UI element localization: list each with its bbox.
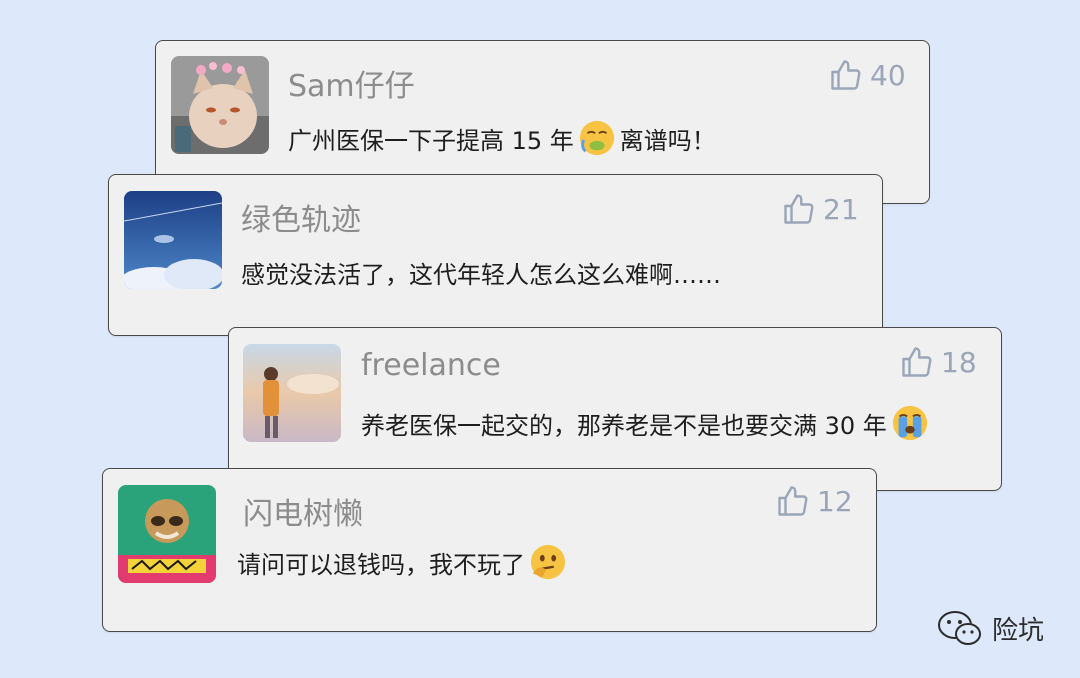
comment-text: 请问可以退钱吗，我不玩了: [237, 543, 571, 581]
wechat-icon: [938, 611, 981, 645]
thumbs-up-icon: [902, 347, 932, 377]
loudly-crying-face-icon: [891, 404, 929, 442]
watermark: 险坑: [936, 608, 1044, 648]
avatar[interactable]: [124, 191, 222, 289]
thumbs-up-icon: [784, 194, 814, 224]
thumbs-up-icon: [778, 486, 808, 516]
thinking-face-icon: [529, 543, 567, 581]
like-count: 18: [941, 345, 977, 379]
comment-card: freelance 18 养老医保一起交的，那养老是不是也要交满 30 年: [228, 327, 1002, 491]
like-button[interactable]: 40: [828, 57, 906, 93]
watermark-label: 险坑: [992, 615, 1045, 646]
like-button[interactable]: 21: [781, 191, 859, 227]
like-count: 40: [870, 58, 906, 92]
username[interactable]: Sam仔仔: [288, 61, 415, 105]
comment-text: 感觉没法活了，这代年轻人怎么这么难啊……: [241, 255, 721, 290]
comment-text-tail: 离谱吗！: [619, 126, 716, 155]
like-count: 21: [823, 192, 859, 226]
like-button[interactable]: 18: [899, 344, 977, 380]
comment-text: 广州医保一下子提高 15 年 离谱吗！: [288, 119, 716, 157]
comment-text-main: 广州医保一下子提高 15 年: [288, 126, 574, 155]
comment-text: 养老医保一起交的，那养老是不是也要交满 30 年: [361, 404, 933, 442]
comment-text-main: 养老医保一起交的，那养老是不是也要交满 30 年: [361, 411, 887, 440]
comment-text-main: 请问可以退钱吗，我不玩了: [237, 550, 525, 579]
comment-card: 闪电树懒 12 请问可以退钱吗，我不玩了: [102, 468, 877, 632]
username[interactable]: freelance: [361, 348, 501, 383]
username[interactable]: 绿色轨迹: [241, 195, 361, 239]
username[interactable]: 闪电树懒: [243, 489, 363, 533]
comment-text-main: 感觉没法活了，这代年轻人怎么这么难啊……: [241, 261, 721, 289]
comment-card: 绿色轨迹 21 感觉没法活了，这代年轻人怎么这么难啊……: [108, 174, 883, 336]
avatar[interactable]: [171, 56, 269, 154]
like-button[interactable]: 12: [775, 483, 853, 519]
avatar[interactable]: [118, 485, 216, 583]
like-count: 12: [817, 484, 853, 518]
thumbs-up-icon: [831, 60, 861, 90]
avatar[interactable]: [243, 344, 341, 442]
nauseated-face-icon: [578, 119, 616, 157]
